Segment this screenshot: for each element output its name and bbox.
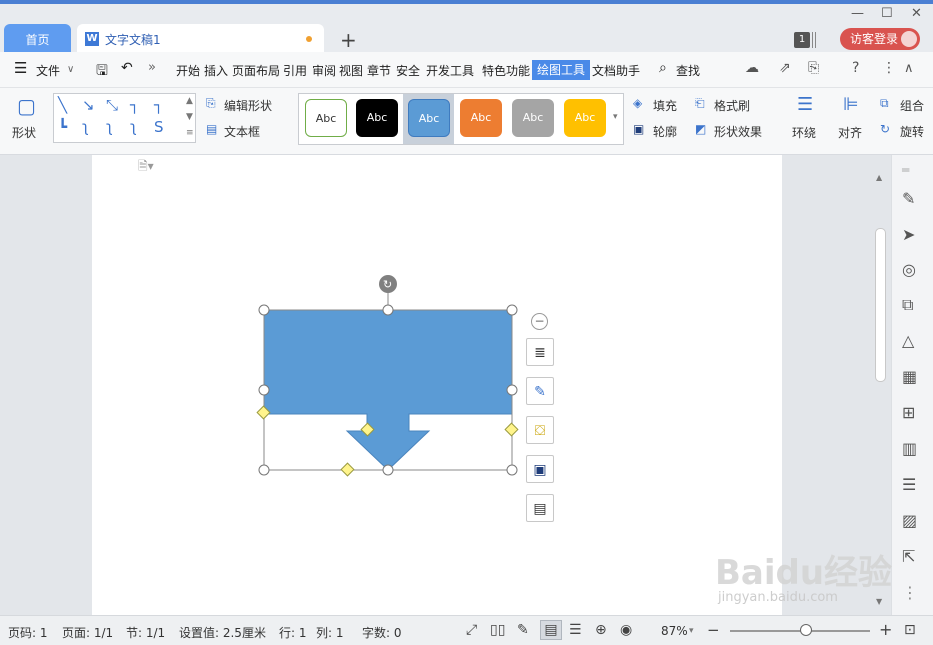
zoom-level[interactable]: 87% (661, 624, 688, 638)
scrollbar-thumb[interactable] (875, 228, 886, 382)
callout-shape[interactable] (263, 309, 513, 471)
text-box-icon[interactable]: ▤ (526, 494, 554, 522)
fill-bucket-icon[interactable]: ⛋ (526, 416, 554, 444)
zoom-dropdown-icon[interactable]: ▾ (689, 626, 694, 636)
chart-icon[interactable]: ▥ (902, 439, 917, 458)
outline-view-icon[interactable]: ☰ (569, 622, 582, 638)
edit-mode-icon[interactable]: ✎ (517, 622, 529, 638)
baidu-watermark-url: jingyan.baidu.com (718, 590, 838, 605)
cursor-icon[interactable]: ➤ (902, 225, 915, 244)
adjust-handle-right[interactable] (504, 422, 519, 437)
pen-icon[interactable]: ✎ (902, 189, 915, 208)
status-pages[interactable]: 页面: 1/1 (62, 624, 113, 641)
resize-handle-nw[interactable] (258, 304, 270, 316)
sidebar-more-icon[interactable]: ⋮ (902, 583, 918, 602)
right-sidebar: ═ ✎ ➤ ◎ ⧉ △ ▦ ⊞ ▥ ☰ ▨ ⇱ ⋮ (891, 155, 933, 615)
layout-options-icon[interactable]: ≣ (526, 338, 554, 366)
page-view-icon[interactable]: ▤ (540, 620, 562, 640)
baidu-watermark: Baidu经验 (715, 553, 893, 593)
table-icon[interactable]: ▦ (902, 367, 917, 386)
settings-sliders-icon[interactable]: ☰ (902, 475, 916, 494)
outline-box-icon[interactable]: ▣ (526, 455, 554, 483)
status-row[interactable]: 行: 1 (279, 624, 307, 641)
adjust-handle-tip[interactable] (340, 462, 355, 477)
status-setting[interactable]: 设置值: 2.5厘米 (179, 624, 266, 641)
scroll-up-icon[interactable]: ▲ (876, 173, 882, 182)
read-mode-icon[interactable]: ▯▯ (490, 622, 505, 638)
triangle-icon[interactable]: △ (902, 331, 914, 350)
rotate-arrow-glyph: ↻ (383, 278, 392, 291)
resize-handle-e[interactable] (506, 384, 518, 396)
status-column[interactable]: 列: 1 (316, 624, 344, 641)
shapes-icon[interactable]: ⧉ (902, 295, 913, 315)
collapse-toolbar-icon[interactable]: − (531, 313, 548, 330)
status-page-number[interactable]: 页码: 1 (8, 624, 48, 641)
fullscreen-icon[interactable]: ⤢ (466, 622, 477, 638)
resize-handle-n[interactable] (382, 304, 394, 316)
zoom-slider-knob[interactable] (799, 624, 812, 636)
location-icon[interactable]: ◎ (902, 260, 916, 279)
resize-handle-sw[interactable] (258, 464, 270, 476)
eye-protection-icon[interactable]: ◉ (620, 622, 632, 638)
shape-style-brush-icon[interactable]: ✎ (526, 377, 554, 405)
web-view-icon[interactable]: ⊕ (595, 622, 607, 638)
resize-handle-s[interactable] (382, 464, 394, 476)
zoom-in-icon[interactable]: + (879, 620, 892, 639)
down-arrow-callout-shape[interactable] (263, 309, 513, 471)
resize-handle-ne[interactable] (506, 304, 518, 316)
resize-handle-se[interactable] (506, 464, 518, 476)
scroll-down-icon[interactable]: ▼ (876, 597, 882, 606)
status-word-count[interactable]: 字数: 0 (362, 624, 402, 641)
zoom-out-icon[interactable]: − (707, 621, 720, 639)
status-bar: 页码: 1 页面: 1/1 节: 1/1 设置值: 2.5厘米 行: 1 列: … (0, 615, 933, 645)
grid-icon[interactable]: ⊞ (902, 403, 915, 422)
image-icon[interactable]: ▨ (902, 511, 917, 530)
export-icon[interactable]: ⇱ (902, 547, 915, 566)
sidebar-top-icon[interactable]: ═ (902, 163, 909, 177)
fit-window-icon[interactable]: ⊡ (904, 622, 916, 638)
status-section[interactable]: 节: 1/1 (126, 624, 165, 641)
resize-handle-w[interactable] (258, 384, 270, 396)
